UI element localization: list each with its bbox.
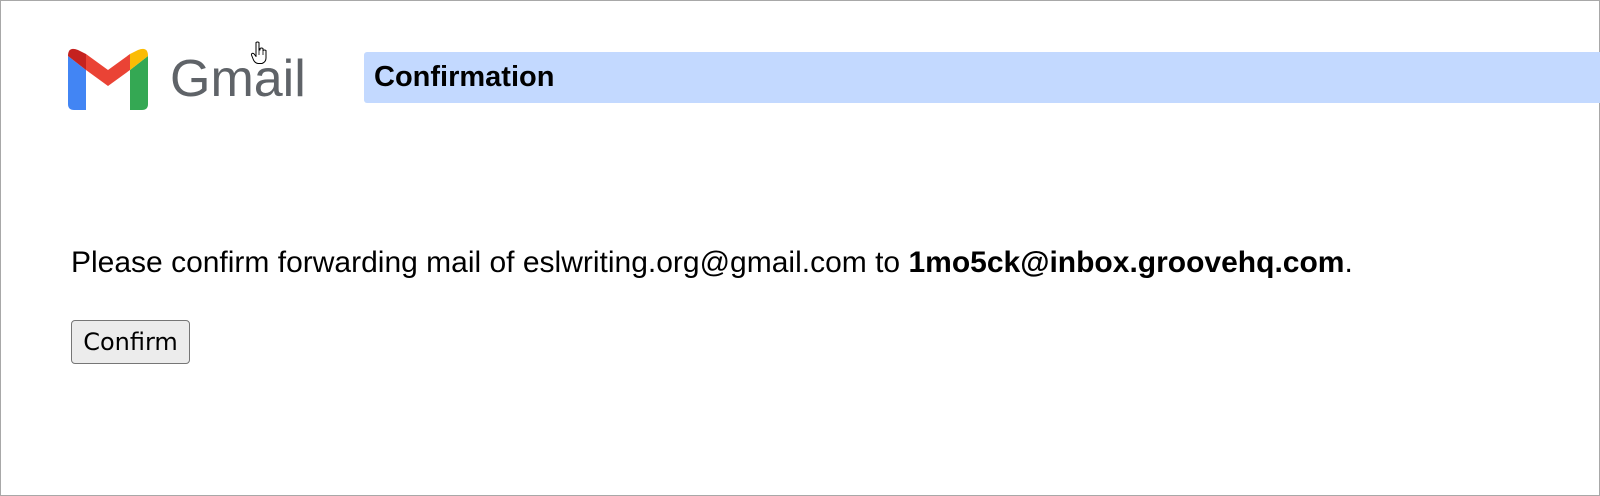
gmail-wordmark: Gmail: [170, 50, 306, 108]
message-suffix: .: [1344, 246, 1353, 279]
page-title: Confirmation: [374, 61, 555, 93]
to-address: 1mo5ck@inbox.groovehq.com: [908, 246, 1345, 279]
message-middle: to: [866, 246, 909, 279]
hand-pointer-icon: [250, 41, 267, 64]
from-address: eslwriting.org@gmail.com: [522, 246, 867, 279]
gmail-m-logo-icon: [68, 48, 148, 110]
confirmation-message: Please confirm forwarding mail of eslwri…: [71, 246, 1353, 280]
message-prefix: Please confirm forwarding mail of: [71, 246, 523, 279]
gmail-logo: Gmail: [68, 48, 306, 110]
title-bar: Confirmation: [364, 52, 1600, 103]
confirm-button[interactable]: Confirm: [71, 320, 190, 364]
